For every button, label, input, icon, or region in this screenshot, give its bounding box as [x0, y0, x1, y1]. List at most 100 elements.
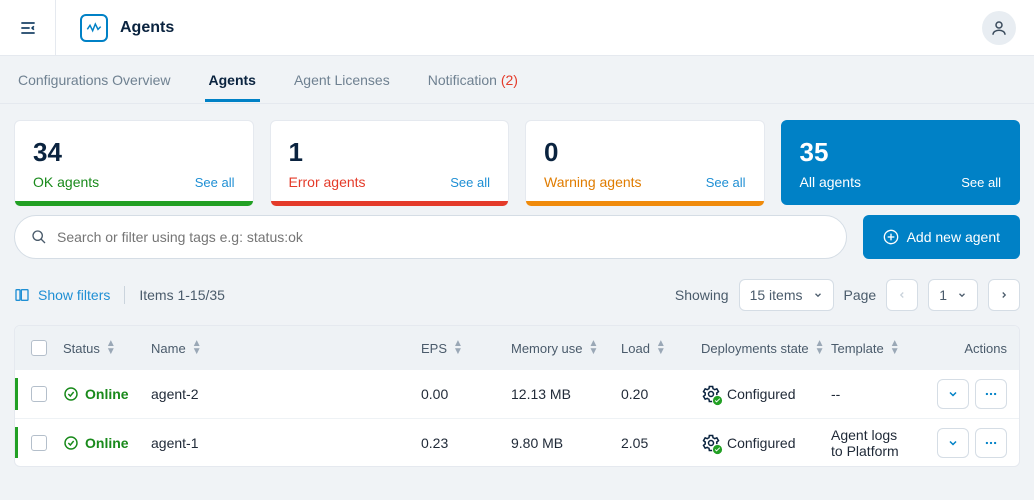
status-badge: Online — [63, 386, 129, 402]
chevron-down-icon — [947, 388, 959, 400]
sort-icon: ▲▼ — [453, 340, 463, 356]
chevron-down-icon — [947, 437, 959, 449]
agent-load: 0.20 — [621, 386, 701, 402]
column-memory-use[interactable]: Memory use▲▼ — [511, 340, 621, 356]
user-icon — [990, 19, 1008, 37]
page-title: Agents — [120, 19, 174, 37]
sort-icon: ▲▼ — [890, 340, 900, 356]
agent-eps: 0.23 — [421, 435, 511, 451]
items-per-page-select[interactable]: 15 items — [739, 279, 834, 311]
page-number-select[interactable]: 1 — [928, 279, 978, 311]
card-all-agents[interactable]: 35 All agents See all — [781, 120, 1021, 205]
agent-deployments: Configured — [701, 433, 831, 453]
card-ok-value: 34 — [33, 137, 235, 168]
card-error-label: Error agents — [289, 174, 366, 190]
summary-cards: 34 OK agents See all 1 Error agents See … — [0, 104, 1034, 215]
card-error-agents[interactable]: 1 Error agents See all — [270, 120, 510, 205]
card-warning-value: 0 — [544, 137, 746, 168]
table-header: Status▲▼ Name▲▼ EPS▲▼ Memory use▲▼ Load▲… — [15, 326, 1019, 370]
chevron-right-icon — [999, 290, 1009, 300]
column-eps[interactable]: EPS▲▼ — [421, 340, 511, 356]
row-more-actions-button[interactable] — [975, 428, 1007, 458]
sort-icon: ▲▼ — [192, 340, 202, 356]
card-warning-agents[interactable]: 0 Warning agents See all — [525, 120, 765, 205]
card-ok-seeall-link[interactable]: See all — [195, 175, 235, 190]
search-input[interactable] — [57, 229, 830, 245]
card-error-value: 1 — [289, 137, 491, 168]
search-row: Add new agent — [0, 215, 1034, 279]
column-deployments-state[interactable]: Deployments state▲▼ — [701, 340, 831, 356]
title-block: Agents — [56, 14, 174, 42]
page-next-button[interactable] — [988, 279, 1020, 311]
agent-template: -- — [831, 386, 907, 402]
sort-icon: ▲▼ — [815, 340, 825, 356]
more-horizontal-icon — [984, 387, 998, 401]
card-error-seeall-link[interactable]: See all — [450, 175, 490, 190]
column-template[interactable]: Template▲▼ — [831, 340, 907, 356]
table-row[interactable]: Online agent-2 0.00 12.13 MB 0.20 Config… — [15, 370, 1019, 418]
row-expand-button[interactable] — [937, 428, 969, 458]
agent-memory: 12.13 MB — [511, 386, 621, 402]
table-controls: Show filters Items 1-15/35 Showing 15 it… — [0, 279, 1034, 325]
column-actions: Actions — [907, 341, 1007, 356]
card-warning-label: Warning agents — [544, 174, 642, 190]
gear-check-icon — [701, 384, 721, 404]
gear-check-icon — [701, 433, 721, 453]
tab-notification-label: Notification — [428, 72, 497, 88]
chevron-left-icon — [897, 290, 907, 300]
row-checkbox[interactable] — [31, 435, 47, 451]
tab-agents[interactable]: Agents — [205, 58, 260, 102]
tab-agent-licenses[interactable]: Agent Licenses — [290, 58, 394, 102]
check-circle-icon — [63, 386, 79, 402]
show-filters-label: Show filters — [38, 287, 110, 303]
agent-name: agent-2 — [151, 386, 421, 402]
add-new-agent-button[interactable]: Add new agent — [863, 215, 1020, 259]
select-all-checkbox[interactable] — [31, 340, 47, 356]
agents-app-icon — [80, 14, 108, 42]
status-badge: Online — [63, 435, 129, 451]
column-status[interactable]: Status▲▼ — [63, 340, 151, 356]
search-icon — [31, 229, 47, 245]
agents-table: Status▲▼ Name▲▼ EPS▲▼ Memory use▲▼ Load▲… — [14, 325, 1020, 467]
chevron-down-icon — [957, 290, 967, 300]
menu-toggle-button[interactable] — [0, 0, 56, 56]
show-filters-button[interactable]: Show filters — [14, 287, 110, 303]
sort-icon: ▲▼ — [656, 340, 666, 356]
page-prev-button[interactable] — [886, 279, 918, 311]
tab-notification-count: (2) — [501, 72, 518, 88]
more-horizontal-icon — [984, 436, 998, 450]
agent-deployments: Configured — [701, 384, 831, 404]
table-row[interactable]: Online agent-1 0.23 9.80 MB 2.05 Configu… — [15, 418, 1019, 466]
row-more-actions-button[interactable] — [975, 379, 1007, 409]
agent-eps: 0.00 — [421, 386, 511, 402]
sort-icon: ▲▼ — [589, 340, 599, 356]
column-load[interactable]: Load▲▼ — [621, 340, 701, 356]
separator — [124, 286, 125, 304]
user-profile-button[interactable] — [982, 11, 1016, 45]
agent-template: Agent logs to Platform — [831, 427, 907, 459]
pagination-controls: Showing 15 items Page 1 — [675, 279, 1020, 311]
card-ok-agents[interactable]: 34 OK agents See all — [14, 120, 254, 205]
row-expand-button[interactable] — [937, 379, 969, 409]
sort-icon: ▲▼ — [106, 340, 116, 356]
tab-configurations-overview[interactable]: Configurations Overview — [14, 58, 175, 102]
page-number-value: 1 — [939, 287, 947, 303]
tab-notification[interactable]: Notification (2) — [424, 58, 522, 102]
page-label: Page — [844, 287, 877, 303]
items-per-page-value: 15 items — [750, 287, 803, 303]
check-circle-icon — [63, 435, 79, 451]
card-all-seeall-link[interactable]: See all — [961, 175, 1001, 190]
add-button-label: Add new agent — [907, 229, 1000, 245]
card-all-label: All agents — [800, 174, 861, 190]
agent-memory: 9.80 MB — [511, 435, 621, 451]
showing-label: Showing — [675, 287, 729, 303]
row-checkbox[interactable] — [31, 386, 47, 402]
card-ok-label: OK agents — [33, 174, 99, 190]
search-box[interactable] — [14, 215, 847, 259]
plus-circle-icon — [883, 229, 899, 245]
agent-name: agent-1 — [151, 435, 421, 451]
topbar: Agents — [0, 0, 1034, 56]
chevron-down-icon — [813, 290, 823, 300]
card-warning-seeall-link[interactable]: See all — [706, 175, 746, 190]
column-name[interactable]: Name▲▼ — [151, 340, 421, 356]
